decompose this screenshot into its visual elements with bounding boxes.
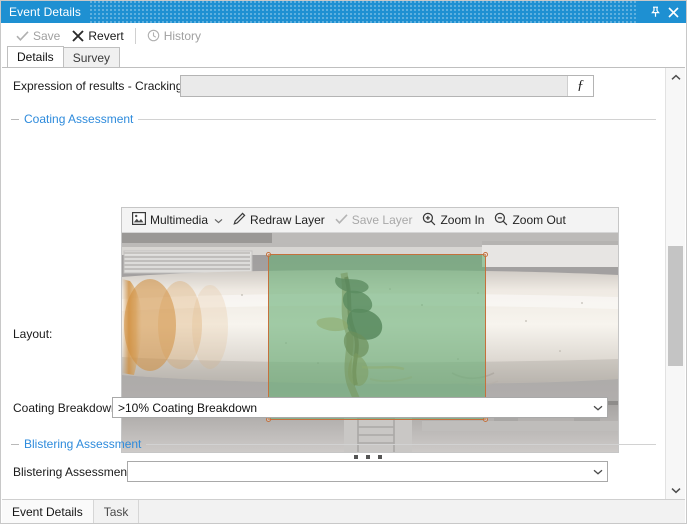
grip-dot: [354, 455, 358, 459]
group-coating-title: Coating Assessment: [24, 112, 134, 126]
group-line: [146, 443, 656, 445]
title-bar-drag-area[interactable]: [89, 1, 638, 23]
picture-icon: [132, 212, 147, 228]
group-blistering-assessment: Blistering Assessment: [11, 437, 656, 451]
tab-survey[interactable]: Survey: [62, 47, 121, 67]
blistering-assessment-label: Blistering Assessment:: [13, 464, 134, 479]
history-button[interactable]: History: [141, 25, 207, 46]
group-blistering-title: Blistering Assessment: [24, 437, 142, 451]
zoom-out-label: Zoom Out: [512, 213, 566, 227]
group-dash: [11, 118, 19, 120]
multimedia-label: Multimedia: [150, 213, 209, 227]
close-icon[interactable]: [664, 2, 682, 22]
event-details-window: Event Details Save Revert History Detail…: [0, 0, 687, 524]
layout-label: Layout:: [13, 327, 53, 341]
coating-breakdown-row: Coating Breakdown: >10% Coating Breakdow…: [2, 397, 665, 418]
overlay-handle-top-left[interactable]: [266, 252, 271, 257]
expression-field-wrapper: ƒ: [180, 75, 594, 97]
chevron-down-icon[interactable]: [589, 462, 607, 481]
group-coating-assessment: Coating Assessment: [11, 112, 656, 126]
magnifier-plus-icon: [422, 212, 436, 229]
bottom-tab-bar: Event Details Task: [2, 499, 685, 523]
function-button[interactable]: ƒ: [567, 76, 593, 96]
tab-details-label: Details: [17, 50, 54, 64]
image-canvas[interactable]: [122, 233, 618, 452]
content-area: Expression of results - Cracking: ƒ Coat…: [2, 68, 685, 499]
check-icon: [335, 213, 348, 228]
bottom-tab-task[interactable]: Task: [94, 500, 140, 523]
overlay-handle-top-right[interactable]: [483, 252, 488, 257]
command-bar: Save Revert History: [2, 23, 685, 48]
coating-breakdown-select[interactable]: >10% Coating Breakdown: [112, 397, 608, 418]
window-title: Event Details: [9, 5, 81, 19]
save-layer-button[interactable]: Save Layer: [330, 210, 418, 231]
bottom-tab-task-label: Task: [103, 504, 129, 519]
vertical-scrollbar[interactable]: [665, 68, 685, 499]
save-layer-label: Save Layer: [351, 213, 413, 227]
multimedia-toolbar: Multimedia Redraw Layer Save Layer Zoom …: [122, 208, 618, 233]
coating-breakdown-label: Coating Breakdown:: [13, 400, 122, 415]
magnifier-minus-icon: [494, 212, 508, 229]
save-button[interactable]: Save: [10, 25, 66, 46]
group-line: [138, 118, 656, 120]
expression-input[interactable]: [181, 76, 567, 96]
x-icon: [72, 29, 85, 42]
zoom-out-button[interactable]: Zoom Out: [489, 210, 570, 231]
details-form-pane: Expression of results - Cracking: ƒ Coat…: [2, 68, 665, 499]
redraw-layer-button[interactable]: Redraw Layer: [228, 210, 330, 231]
scroll-down-button[interactable]: [666, 481, 685, 499]
annotation-overlay-rectangle[interactable]: [266, 252, 488, 422]
redraw-layer-label: Redraw Layer: [250, 213, 325, 227]
pencil-icon: [233, 212, 246, 228]
multimedia-button[interactable]: Multimedia: [127, 210, 228, 231]
tab-strip: Details Survey: [2, 46, 685, 68]
bottom-tab-event-details-label: Event Details: [12, 504, 83, 519]
scroll-up-button[interactable]: [666, 68, 685, 86]
history-label: History: [163, 28, 202, 43]
chevron-down-icon[interactable]: [214, 213, 223, 227]
zoom-in-label: Zoom In: [440, 213, 485, 227]
blistering-assessment-row: Blistering Assessment:: [2, 461, 665, 482]
scrollbar-thumb[interactable]: [668, 246, 683, 366]
check-icon: [16, 30, 29, 42]
title-bar: Event Details: [1, 1, 686, 23]
bottom-tab-event-details[interactable]: Event Details: [2, 500, 94, 523]
tab-details[interactable]: Details: [7, 46, 64, 67]
panel-resize-grip[interactable]: [354, 455, 382, 459]
blistering-assessment-select[interactable]: [127, 461, 608, 482]
coating-breakdown-value: >10% Coating Breakdown: [118, 400, 258, 415]
grip-dot: [378, 455, 382, 459]
pin-icon[interactable]: [646, 2, 664, 22]
grip-dot: [366, 455, 370, 459]
revert-button[interactable]: Revert: [66, 25, 129, 46]
command-separator: [134, 27, 136, 44]
tab-survey-label: Survey: [72, 50, 111, 65]
expression-row: Expression of results - Cracking: ƒ: [2, 73, 665, 99]
group-dash: [11, 443, 19, 445]
revert-label: Revert: [88, 28, 124, 43]
clock-icon: [147, 29, 160, 42]
save-label: Save: [33, 28, 61, 43]
chevron-down-icon[interactable]: [589, 398, 607, 417]
zoom-in-button[interactable]: Zoom In: [417, 210, 489, 231]
expression-label: Expression of results - Cracking:: [13, 79, 186, 93]
